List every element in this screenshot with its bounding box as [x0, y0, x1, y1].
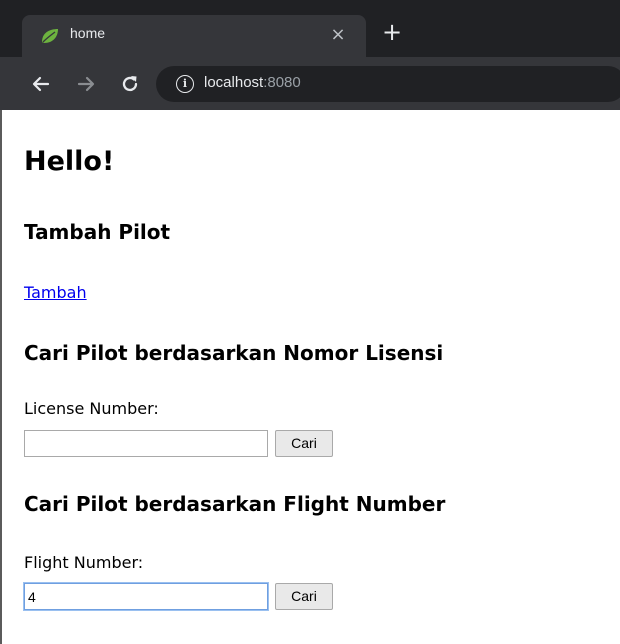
browser-chrome: home × + i localhost:8080 [0, 0, 620, 110]
license-search-button[interactable]: Cari [275, 430, 333, 457]
license-number-label: License Number: [24, 399, 159, 418]
license-search-heading: Cari Pilot berdasarkan Nomor Lisensi [24, 341, 444, 365]
add-pilot-heading: Tambah Pilot [24, 220, 171, 244]
page-viewport: Hello! Tambah Pilot Tambah Cari Pilot be… [0, 110, 620, 644]
tab-home[interactable]: home × [22, 15, 366, 57]
tab-title: home [70, 25, 106, 41]
reload-icon[interactable] [117, 71, 143, 97]
page-title: Hello! [24, 146, 115, 177]
arrow-left-icon[interactable] [28, 71, 54, 97]
flight-number-input[interactable] [24, 583, 268, 610]
arrow-right-icon[interactable] [73, 71, 99, 97]
flight-search-heading: Cari Pilot berdasarkan Flight Number [24, 492, 446, 516]
flight-search-button[interactable]: Cari [275, 583, 333, 610]
address-bar[interactable]: i localhost:8080 [156, 66, 620, 102]
flight-number-label: Flight Number: [24, 553, 144, 572]
spring-leaf-icon [42, 29, 58, 43]
close-icon[interactable]: × [327, 24, 349, 46]
url-port: :8080 [263, 74, 301, 91]
browser-toolbar: i localhost:8080 [0, 57, 620, 110]
new-tab-button[interactable]: + [380, 20, 404, 44]
url-host: localhost [204, 74, 264, 91]
url-text[interactable]: localhost:8080 [204, 74, 301, 91]
info-icon[interactable]: i [176, 75, 194, 93]
license-number-input[interactable] [24, 430, 268, 457]
add-pilot-link[interactable]: Tambah [24, 283, 87, 302]
